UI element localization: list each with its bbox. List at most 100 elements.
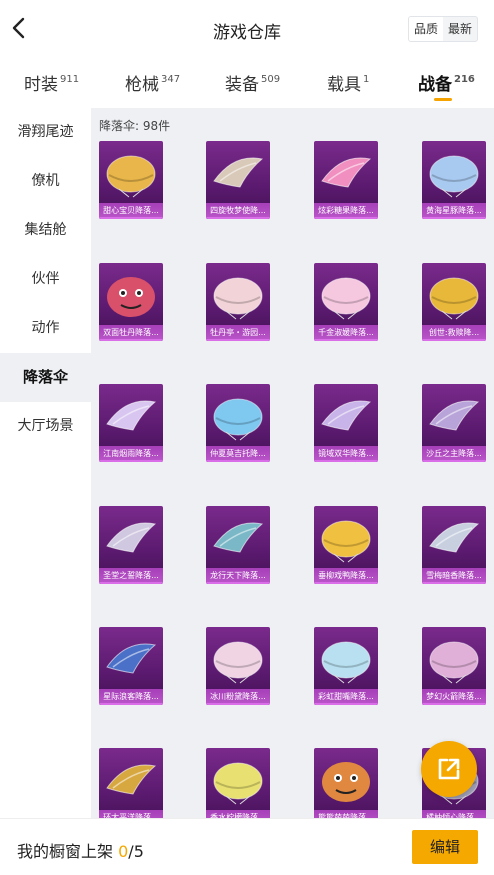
parachute-image: [429, 522, 480, 553]
parachute-card[interactable]: 仲夏莫吉托降...: [206, 384, 270, 462]
parachute-image: [106, 522, 157, 553]
category-tabs: 时装 911 枪械 347 装备 509 载具 1 战备 216: [0, 58, 494, 108]
tab-fashion[interactable]: 时装 911: [24, 70, 79, 95]
sidebar-item-pod[interactable]: 集结舱: [0, 206, 91, 255]
parachute-card[interactable]: 垂柳戏鸭降落...: [314, 506, 378, 584]
sidebar-item-glide-trail[interactable]: 滑翔尾迹: [0, 108, 91, 157]
parachute-card[interactable]: 四旋牧梦使降...: [206, 141, 270, 219]
parachute-image: [213, 641, 263, 684]
sidebar: 滑翔尾迹 僚机 集结舱 伙伴 动作 降落伞 大厅场景: [0, 108, 91, 818]
tab-label: 载具: [327, 75, 361, 95]
parachute-card[interactable]: 星际浪客降落...: [99, 627, 163, 705]
parachute-name: 环太平洋降落...: [99, 810, 163, 818]
tab-label: 枪械: [125, 75, 159, 95]
tab-count: 347: [161, 74, 181, 85]
active-tab-indicator: [434, 98, 452, 101]
parachute-name: 创世:救赎降...: [422, 325, 486, 341]
parachute-image: [213, 277, 263, 320]
tab-equipment[interactable]: 装备 509: [225, 70, 280, 95]
sidebar-item-parachute[interactable]: 降落伞: [0, 353, 91, 402]
tab-readiness[interactable]: 战备 216: [418, 70, 475, 101]
parachute-card[interactable]: 熊熊萌萌降落...: [314, 748, 378, 818]
parachute-card[interactable]: 梦幻火箭降落...: [422, 627, 486, 705]
parachute-name: 黄海星豚降落...: [422, 203, 486, 219]
parachute-name: 彩虹甜嘴降落...: [314, 689, 378, 705]
parachute-name: 橘柚倾心降落...: [422, 810, 486, 818]
item-grid-area: 降落伞: 98件 甜心宝贝降落... 四旋牧梦使降... 炫彩糖果降落... 黄海星豚…: [91, 108, 494, 818]
parachute-name: 四旋牧梦使降...: [206, 203, 270, 219]
parachute-image: [213, 522, 264, 553]
parachute-image: [321, 641, 371, 684]
parachute-image: [213, 762, 263, 805]
parachute-card[interactable]: 沙丘之主降落...: [422, 384, 486, 462]
parachute-card[interactable]: 香水柠檬降落...: [206, 748, 270, 818]
share-external-icon: [438, 758, 460, 780]
tab-count: 911: [60, 74, 80, 85]
sidebar-item-emote[interactable]: 动作: [0, 304, 91, 353]
parachute-name: 江南烟雨降落...: [99, 446, 163, 462]
parachute-image: [429, 400, 480, 431]
parachute-card[interactable]: 雪梅暗香降落...: [422, 506, 486, 584]
tab-vehicles[interactable]: 载具 1: [327, 70, 369, 95]
parachute-card[interactable]: 冰川粉黛降落...: [206, 627, 270, 705]
parachute-card[interactable]: 圣堂之誓降落...: [99, 506, 163, 584]
parachute-name: 炫彩糖果降落...: [314, 203, 378, 219]
showcase-label: 我的橱窗上架 0/5: [17, 838, 144, 862]
parachute-image: [106, 155, 156, 198]
parachute-image: [429, 155, 479, 198]
showcase-text: 我的橱窗上架: [17, 842, 114, 861]
parachute-image: [321, 277, 371, 320]
parachute-card[interactable]: 黄海星豚降落...: [422, 141, 486, 219]
sort-option-quality[interactable]: 品质: [408, 17, 443, 41]
parachute-image: [429, 277, 479, 320]
parachute-card[interactable]: 炫彩糖果降落...: [314, 141, 378, 219]
sort-option-newest[interactable]: 最新: [443, 17, 477, 41]
parachute-name: 沙丘之主降落...: [422, 446, 486, 462]
parachute-name: 梦幻火箭降落...: [422, 689, 486, 705]
parachute-card[interactable]: 创世:救赎降...: [422, 263, 486, 341]
edit-button[interactable]: 编辑: [412, 830, 478, 864]
item-count: 降落伞: 98件: [99, 119, 171, 133]
parachute-name: 雪梅暗香降落...: [422, 568, 486, 584]
header: 游戏仓库 品质 最新: [0, 0, 494, 58]
share-button[interactable]: [421, 741, 477, 797]
showcase-total: /5: [128, 842, 144, 861]
parachute-card[interactable]: 双面牡丹降落...: [99, 263, 163, 341]
parachute-card[interactable]: 彩虹甜嘴降落...: [314, 627, 378, 705]
parachute-name: 星际浪客降落...: [99, 689, 163, 705]
parachute-card[interactable]: 龙行天下降落...: [206, 506, 270, 584]
parachute-image: [107, 277, 155, 317]
tab-label: 装备: [225, 75, 259, 95]
sidebar-item-wingman[interactable]: 僚机: [0, 157, 91, 206]
parachute-image: [106, 643, 157, 674]
parachute-name: 千金淑媛降落...: [314, 325, 378, 341]
parachute-card[interactable]: 环太平洋降落...: [99, 748, 163, 818]
parachute-name: 垂柳戏鸭降落...: [314, 568, 378, 584]
showcase-footer: 我的橱窗上架 0/5 编辑: [0, 818, 494, 875]
parachute-name: 圣堂之誓降落...: [99, 568, 163, 584]
parachute-card[interactable]: 甜心宝贝降落...: [99, 141, 163, 219]
parachute-image: [321, 157, 372, 188]
sidebar-item-companion[interactable]: 伙伴: [0, 255, 91, 304]
parachute-name: 香水柠檬降落...: [206, 810, 270, 818]
sort-toggle: 品质 最新: [407, 16, 478, 42]
tab-label: 战备: [418, 75, 452, 95]
parachute-card[interactable]: 镜域双华降落...: [314, 384, 378, 462]
tab-label: 时装: [24, 75, 58, 95]
tab-firearms[interactable]: 枪械 347: [125, 70, 180, 95]
parachute-card[interactable]: 千金淑媛降落...: [314, 263, 378, 341]
parachute-name: 熊熊萌萌降落...: [314, 810, 378, 818]
parachute-image: [213, 157, 264, 188]
sidebar-item-lobby-scene[interactable]: 大厅场景: [0, 402, 91, 451]
parachute-image: [321, 520, 371, 563]
parachute-name: 冰川粉黛降落...: [206, 689, 270, 705]
parachute-image: [106, 764, 157, 795]
parachute-image: [106, 400, 157, 431]
parachute-card[interactable]: 牡丹亭・游园...: [206, 263, 270, 341]
parachute-name: 仲夏莫吉托降...: [206, 446, 270, 462]
parachute-name: 双面牡丹降落...: [99, 325, 163, 341]
parachute-image: [429, 641, 479, 684]
parachute-card[interactable]: 江南烟雨降落...: [99, 384, 163, 462]
parachute-name: 镜域双华降落...: [314, 446, 378, 462]
parachute-name: 牡丹亭・游园...: [206, 325, 270, 341]
